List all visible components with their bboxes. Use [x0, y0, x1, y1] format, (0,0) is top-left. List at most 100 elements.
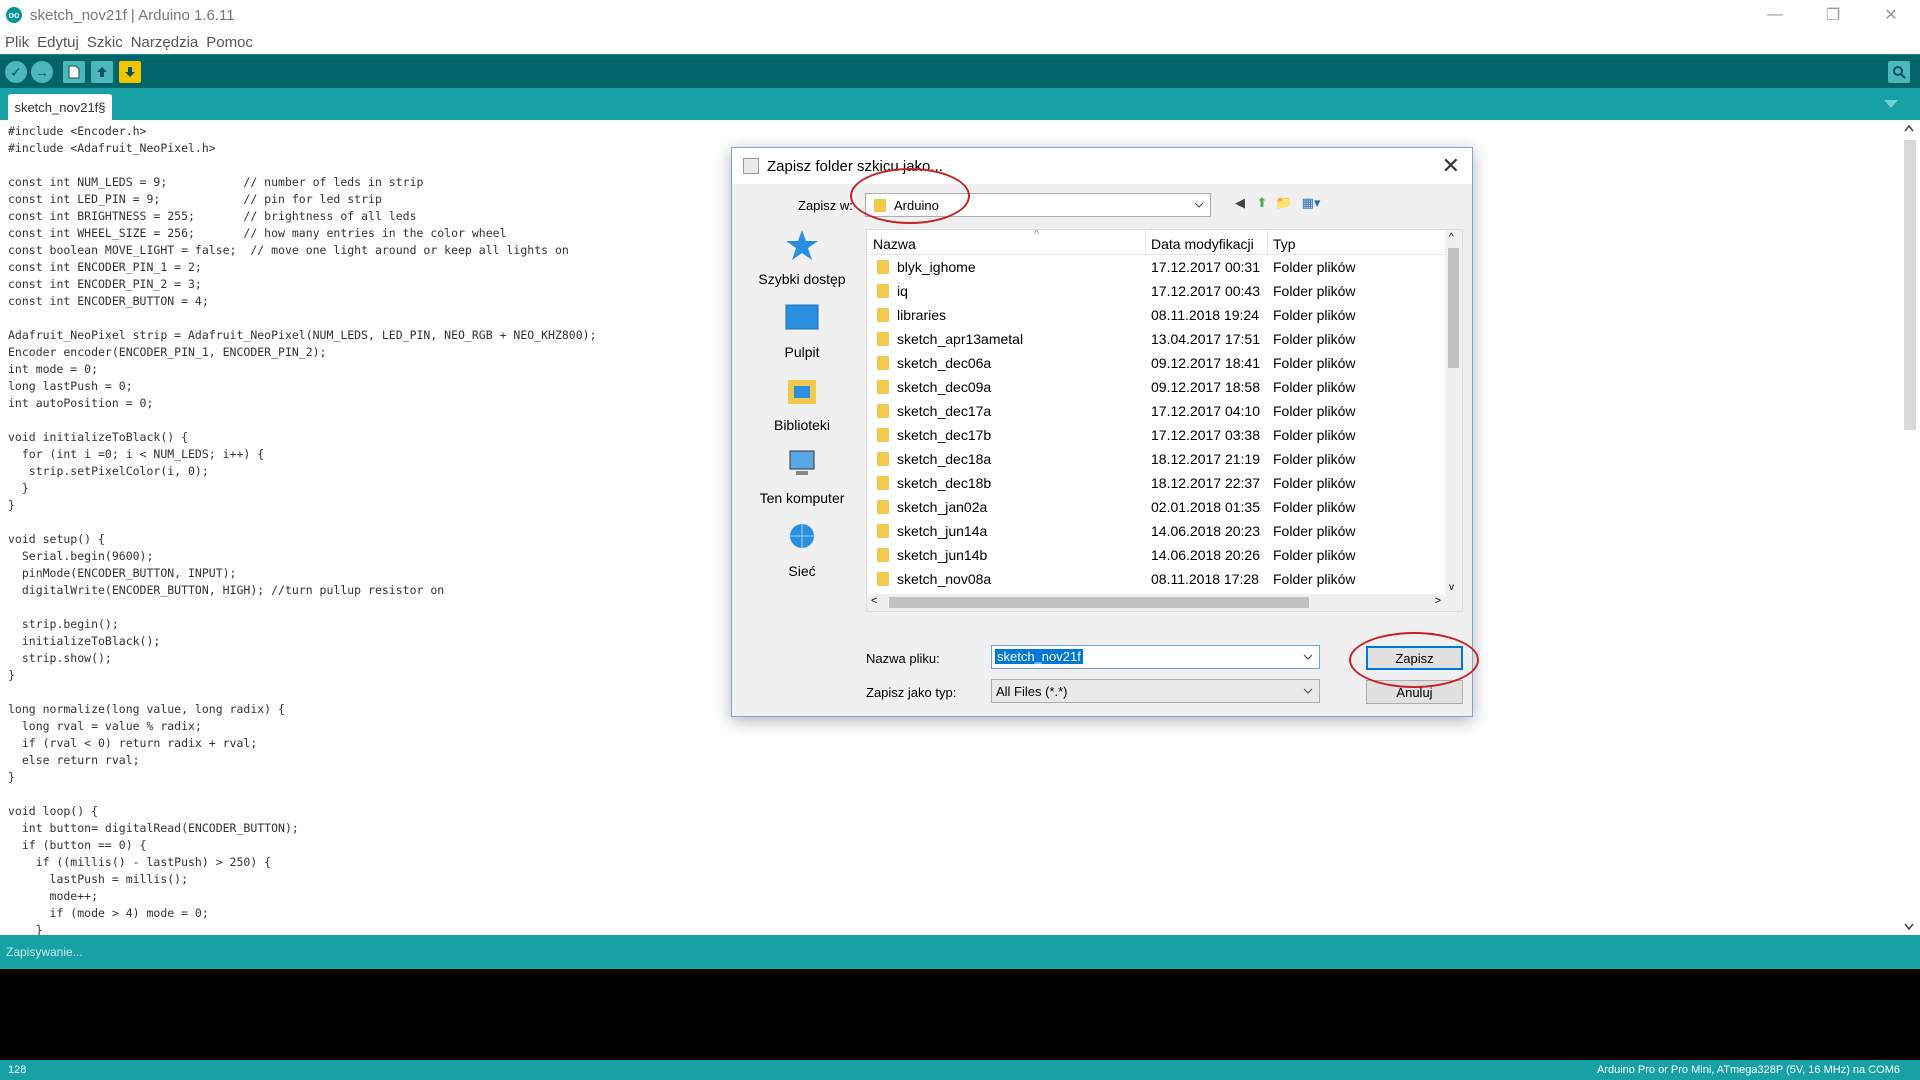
code-line: }: [8, 923, 43, 935]
file-list[interactable]: Nazwa ^ Data modyfikacji Typ blyk_ighome…: [866, 229, 1463, 612]
folder-icon: [877, 356, 889, 370]
folder-icon: [877, 284, 889, 298]
save-button[interactable]: Zapisz: [1366, 646, 1463, 670]
scroll-down-icon[interactable]: [1904, 923, 1914, 931]
place-quick-access[interactable]: Szybki dostęp: [742, 228, 862, 287]
file-row[interactable]: sketch_jun14b 14.06.2018 20:26 Folder plik…: [867, 543, 1447, 567]
column-date[interactable]: Data modyfikacji: [1151, 236, 1254, 252]
file-row[interactable]: sketch_dec17a 17.12.2017 04:10 Folder plik…: [867, 399, 1447, 423]
upload-icon[interactable]: →: [31, 61, 53, 83]
folder-icon: [877, 428, 889, 442]
code-line: void loop() {: [8, 804, 99, 818]
file-row[interactable]: iq 17.12.2017 00:43 Folder plików: [867, 279, 1447, 303]
scroll-thumb[interactable]: [1448, 248, 1459, 368]
place-desktop[interactable]: Pulpit: [742, 301, 862, 360]
scroll-thumb[interactable]: [1904, 140, 1916, 430]
folder-icon: [877, 548, 889, 562]
dialog-close-icon[interactable]: ✕: [1442, 153, 1460, 179]
file-row[interactable]: sketch_jan02a 02.01.2018 01:35 Folder plik…: [867, 495, 1447, 519]
file-row[interactable]: sketch_apr13ametal 13.04.2017 17:51 Folder…: [867, 327, 1447, 351]
column-type[interactable]: Typ: [1273, 236, 1296, 252]
save-in-combo[interactable]: Arduino: [865, 193, 1211, 217]
places-bar: Szybki dostęp Pulpit Biblioteki Ten komp…: [742, 228, 862, 590]
file-name: sketch_dec18b: [897, 475, 992, 491]
file-date: 14.06.2018 20:26: [1151, 547, 1260, 563]
file-row[interactable]: sketch_dec18a 18.12.2017 21:19 Folder plik…: [867, 447, 1447, 471]
scroll-thumb[interactable]: [889, 597, 1309, 608]
column-name[interactable]: Nazwa: [873, 236, 916, 252]
serial-monitor-icon[interactable]: [1888, 61, 1910, 83]
code-line: if (mode > 4) mode = 0;: [8, 906, 209, 920]
menu-sketch[interactable]: Szkic: [83, 34, 127, 51]
save-sketch-icon[interactable]: [119, 61, 141, 83]
minimize-button[interactable]: —: [1746, 0, 1804, 30]
menu-edit[interactable]: Edytuj: [33, 34, 83, 51]
place-label: Szybki dostęp: [758, 271, 846, 287]
column-divider[interactable]: [1145, 230, 1146, 255]
file-row[interactable]: blyk_ighome 17.12.2017 00:31 Folder plików: [867, 255, 1447, 279]
folder-icon: [877, 524, 889, 538]
maximize-button[interactable]: ❐: [1804, 0, 1862, 30]
code-line: #include <Encoder.h>: [8, 124, 147, 138]
console-output[interactable]: [0, 969, 1920, 1060]
folder-icon: [877, 572, 889, 586]
chevron-down-icon[interactable]: [1303, 654, 1313, 660]
scroll-up-icon[interactable]: [1904, 124, 1914, 132]
file-list-vscroll[interactable]: ^ v: [1445, 230, 1462, 611]
file-row[interactable]: sketch_nov08a 08.11.2018 17:28 Folder plik…: [867, 567, 1447, 591]
file-type: Folder plików: [1273, 355, 1356, 371]
file-type: Folder plików: [1273, 451, 1356, 467]
file-list-hscroll[interactable]: < >: [867, 594, 1447, 611]
file-row[interactable]: sketch_dec09a 09.12.2017 18:58 Folder plik…: [867, 375, 1447, 399]
file-name: sketch_jan02a: [897, 499, 988, 515]
scroll-down-icon[interactable]: v: [1449, 582, 1454, 593]
verify-icon[interactable]: ✓: [5, 61, 27, 83]
code-line: }: [8, 770, 15, 784]
code-line: long rval = value % radix;: [8, 719, 202, 733]
filename-label: Nazwa pliku:: [866, 651, 940, 666]
file-type: Folder plików: [1273, 499, 1356, 515]
file-type: Folder plików: [1273, 283, 1356, 299]
view-menu-icon[interactable]: ▦▾: [1297, 194, 1325, 212]
scroll-left-icon[interactable]: <: [871, 595, 877, 607]
menu-file[interactable]: Plik: [0, 34, 33, 51]
tab-menu-icon[interactable]: [1884, 100, 1898, 108]
file-name: sketch_dec18a: [897, 451, 992, 467]
dialog-title: Zapisz folder szkicu jako...: [767, 158, 943, 175]
file-date: 18.12.2017 22:37: [1151, 475, 1260, 491]
close-button[interactable]: ✕: [1862, 0, 1920, 30]
scroll-right-icon[interactable]: >: [1435, 595, 1441, 607]
new-sketch-icon[interactable]: [63, 61, 85, 83]
save-in-label: Zapisz w:: [798, 198, 853, 213]
scroll-up-icon[interactable]: ^: [1449, 232, 1454, 243]
file-date: 08.11.2018 19:24: [1151, 307, 1259, 323]
filename-input[interactable]: sketch_nov21f: [991, 645, 1320, 669]
cancel-button[interactable]: Anuluj: [1366, 680, 1463, 704]
column-divider[interactable]: [1267, 230, 1268, 255]
file-list-header: Nazwa ^ Data modyfikacji Typ: [867, 230, 1447, 255]
filetype-combo[interactable]: All Files (*.*): [991, 679, 1320, 703]
editor-scrollbar[interactable]: [1900, 120, 1920, 935]
file-row[interactable]: sketch_dec18b 18.12.2017 22:37 Folder plik…: [867, 471, 1447, 495]
place-this-pc[interactable]: Ten komputer: [742, 447, 862, 506]
file-row[interactable]: sketch_dec06a 09.12.2017 18:41 Folder plik…: [867, 351, 1447, 375]
open-sketch-icon[interactable]: [91, 61, 113, 83]
file-row[interactable]: libraries 08.11.2018 19:24 Folder plików: [867, 303, 1447, 327]
place-network[interactable]: Sieć: [742, 520, 862, 579]
board-info: Arduino Pro or Pro Mini, ATmega328P (5V,…: [1596, 1064, 1900, 1076]
line-number: 128: [8, 1064, 27, 1076]
folder-icon: [877, 332, 889, 346]
menu-help[interactable]: Pomoc: [202, 34, 257, 51]
new-folder-icon[interactable]: 📁: [1275, 194, 1293, 212]
file-row[interactable]: sketch_jun14a 14.06.2018 20:23 Folder plik…: [867, 519, 1447, 543]
file-type: Folder plików: [1273, 523, 1356, 539]
back-icon[interactable]: ◀: [1231, 194, 1249, 212]
folder-icon: [877, 380, 889, 394]
place-libraries[interactable]: Biblioteki: [742, 374, 862, 433]
file-name: sketch_dec17b: [897, 427, 992, 443]
arduino-ide-window: oo sketch_nov21f | Arduino 1.6.11 — ❐ ✕ …: [0, 0, 1920, 1080]
tab-sketch[interactable]: sketch_nov21f§: [8, 94, 112, 120]
file-row[interactable]: sketch_dec17b 17.12.2017 03:38 Folder plik…: [867, 423, 1447, 447]
up-folder-icon[interactable]: ⬆: [1253, 194, 1271, 212]
menu-tools[interactable]: Narzędzia: [127, 34, 203, 51]
